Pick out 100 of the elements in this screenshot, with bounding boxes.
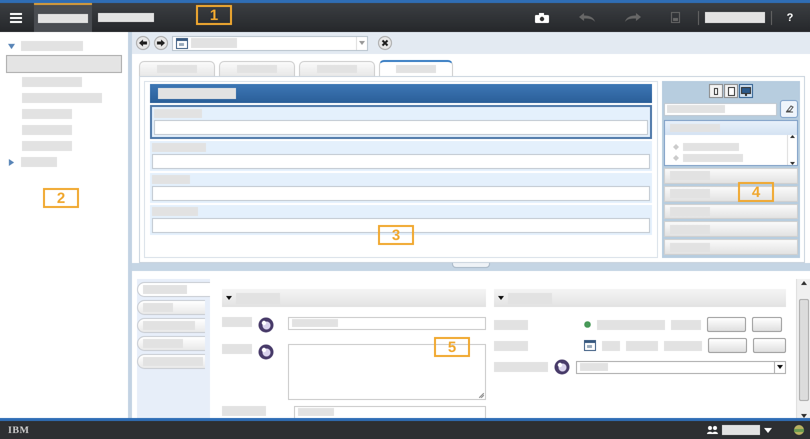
text-placeholder (191, 38, 237, 48)
text-placeholder (222, 317, 252, 327)
side-tab[interactable] (137, 336, 205, 351)
input-field[interactable] (288, 317, 486, 330)
input-field[interactable] (154, 120, 648, 135)
splitter-handle[interactable] (452, 263, 490, 268)
text-placeholder (671, 320, 701, 330)
text-placeholder (143, 303, 173, 312)
users-icon[interactable] (707, 426, 718, 434)
resize-grip-icon[interactable] (479, 393, 484, 398)
text-placeholder (670, 171, 710, 180)
menu-icon[interactable] (10, 12, 22, 22)
redo-icon[interactable] (625, 13, 641, 22)
text-placeholder (22, 109, 72, 119)
callout-label: 1 (196, 5, 232, 25)
text-placeholder (292, 319, 338, 327)
button[interactable] (707, 317, 746, 332)
tree-node-placeholder (21, 157, 57, 167)
text-placeholder (494, 362, 548, 372)
text-placeholder (626, 340, 658, 350)
text-placeholder (143, 321, 195, 330)
text-placeholder (22, 77, 82, 87)
text-placeholder (222, 344, 252, 354)
person-lookup-icon[interactable] (554, 359, 570, 375)
scrollbar[interactable] (787, 135, 797, 165)
accordion-button[interactable] (664, 239, 798, 255)
text-placeholder (143, 339, 183, 348)
text-placeholder (22, 125, 72, 135)
side-tab[interactable] (137, 354, 205, 369)
caret-icon[interactable] (777, 365, 783, 369)
close-icon[interactable] (378, 36, 392, 50)
text-placeholder (667, 104, 725, 112)
workspace-tab[interactable] (379, 60, 453, 76)
field-label-placeholder (154, 109, 202, 118)
button[interactable] (752, 317, 782, 332)
search-field[interactable] (664, 102, 777, 116)
side-tab[interactable] (137, 318, 205, 333)
text-placeholder (670, 124, 720, 132)
calendar-icon[interactable] (176, 38, 188, 48)
scroll-down-icon[interactable] (790, 162, 795, 165)
help-button[interactable]: ? (778, 12, 802, 24)
text-placeholder (143, 357, 203, 366)
text-placeholder (580, 363, 608, 371)
forward-icon[interactable] (154, 36, 168, 50)
tree-node-placeholder (21, 41, 83, 51)
eraser-button[interactable] (780, 100, 798, 118)
field-label-placeholder (152, 207, 198, 216)
caret-icon[interactable] (764, 428, 772, 432)
accordion-button[interactable] (664, 204, 798, 220)
save-icon[interactable] (671, 12, 680, 23)
collapse-icon[interactable] (498, 295, 504, 301)
accordion-button[interactable] (664, 186, 798, 202)
callout-label: 2 (43, 188, 79, 208)
collapse-icon[interactable] (226, 295, 232, 301)
text-placeholder (664, 340, 702, 350)
person-lookup-icon[interactable] (258, 317, 274, 333)
tab-label-placeholder (396, 65, 436, 73)
tab-title-placeholder (38, 14, 88, 23)
text-placeholder (602, 340, 620, 350)
button[interactable] (753, 338, 786, 353)
button[interactable] (708, 338, 747, 353)
text-placeholder (597, 320, 665, 330)
side-tab[interactable] (137, 282, 210, 297)
camera-icon[interactable] (535, 12, 549, 22)
page-combo-box[interactable] (172, 36, 368, 50)
scroll-up-icon[interactable] (800, 281, 806, 285)
side-tab[interactable] (137, 300, 205, 315)
input-field[interactable] (152, 186, 650, 201)
globe-icon[interactable] (794, 425, 804, 435)
text-placeholder (22, 141, 72, 151)
monitor-icon[interactable] (739, 84, 753, 98)
callout-label: 5 (434, 337, 470, 357)
text-placeholder (670, 206, 710, 216)
callout-label: 3 (378, 225, 414, 245)
tree-item[interactable] (6, 55, 122, 73)
text-placeholder (494, 340, 528, 350)
app-tab[interactable] (34, 3, 92, 32)
input-field[interactable] (152, 154, 650, 169)
back-icon[interactable] (136, 36, 150, 50)
text-placeholder (683, 142, 739, 150)
eraser-icon[interactable] (784, 105, 794, 113)
accordion-button[interactable] (664, 221, 798, 238)
field-label-placeholder (152, 143, 206, 152)
calendar-icon[interactable] (584, 340, 596, 351)
undo-icon[interactable] (579, 13, 595, 22)
expand-icon[interactable] (8, 158, 15, 166)
text-placeholder (143, 285, 187, 294)
text-placeholder (298, 408, 334, 416)
person-lookup-icon[interactable] (258, 344, 274, 360)
logo: IBM (8, 424, 30, 436)
text-placeholder (494, 320, 528, 330)
user-name-placeholder (722, 425, 760, 435)
phone-icon[interactable] (709, 84, 723, 98)
text-placeholder (222, 406, 266, 416)
user-name-placeholder (705, 12, 765, 23)
scrollbar[interactable] (797, 279, 810, 420)
tab-title-placeholder (98, 13, 154, 22)
text-placeholder (670, 189, 710, 198)
field-label-placeholder (152, 175, 190, 184)
tablet-icon[interactable] (724, 84, 738, 98)
